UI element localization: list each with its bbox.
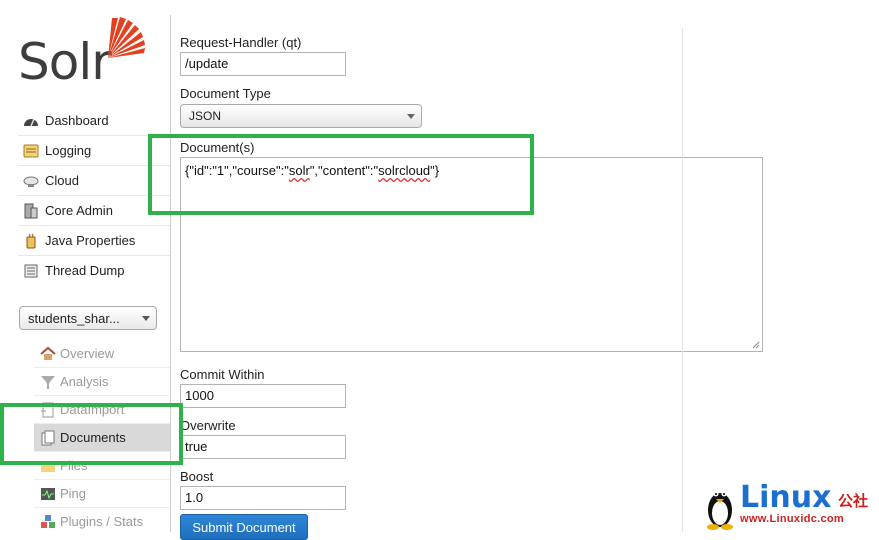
core-nav-item-ping[interactable]: Ping [34, 479, 170, 507]
solr-sun-icon [108, 17, 145, 58]
cloud-icon [23, 176, 39, 187]
nav-item-thread-dump[interactable]: Thread Dump [18, 255, 170, 285]
core-nav-label: Overview [60, 346, 115, 361]
highlight-box-documents-nav [0, 403, 183, 465]
nav-label: Java Properties [45, 233, 136, 248]
core-selector[interactable]: students_shar... [19, 306, 157, 330]
plugins-icon [41, 514, 55, 528]
nav-label: Thread Dump [45, 263, 125, 278]
nav-item-dashboard[interactable]: Dashboard [18, 106, 170, 135]
logo-text: Solr [18, 33, 112, 91]
boost-input[interactable]: 1.0 [180, 486, 346, 510]
home-icon [40, 346, 56, 360]
submit-document-button[interactable]: Submit Document [180, 514, 308, 540]
overwrite-input[interactable]: true [180, 435, 346, 459]
linuxidc-watermark: Linux 公社 www.Linuxidc.com [700, 480, 879, 532]
solr-logo[interactable]: Solr [18, 14, 148, 91]
core-nav-label: Ping [60, 486, 87, 501]
chevron-down-icon [142, 316, 150, 321]
watermark-url: www.Linuxidc.com [740, 513, 845, 525]
nav-item-java-properties[interactable]: Java Properties [18, 225, 170, 255]
core-nav-item-overview[interactable]: Overview [34, 340, 170, 367]
core-nav-label: Plugins / Stats [60, 514, 144, 529]
commit-within-input[interactable]: 1000 [180, 384, 346, 408]
nav-label: Cloud [45, 173, 79, 188]
core-nav-label: Analysis [60, 374, 109, 389]
core-nav-item-analysis[interactable]: Analysis [34, 367, 170, 395]
document-type-value: JSON [189, 109, 222, 123]
penguin-icon [707, 491, 733, 530]
nav-label: Dashboard [45, 113, 109, 128]
request-handler-input[interactable]: /update [180, 52, 346, 76]
resize-grip-icon[interactable] [752, 341, 760, 349]
funnel-icon [41, 375, 55, 389]
ping-icon [41, 487, 55, 500]
overwrite-label: Overwrite [180, 418, 236, 433]
logging-icon [23, 144, 39, 157]
dashboard-icon [24, 118, 38, 126]
core-admin-icon [24, 203, 38, 218]
commit-within-label: Commit Within [180, 367, 265, 382]
highlight-box-documents-input [148, 134, 534, 215]
nav-label: Core Admin [45, 203, 113, 218]
java-icon [26, 233, 36, 248]
request-handler-label: Request-Handler (qt) [180, 35, 302, 50]
watermark-title: Linux [740, 480, 832, 515]
boost-label: Boost [180, 469, 214, 484]
document-type-label: Document Type [180, 86, 271, 101]
content-divider [682, 28, 683, 532]
core-selector-value: students_shar... [28, 310, 120, 326]
document-type-select[interactable]: JSON [180, 104, 422, 128]
watermark-cn: 公社 [838, 493, 869, 510]
core-nav-item-plugins-stats[interactable]: Plugins / Stats [34, 507, 170, 535]
nav-label: Logging [45, 143, 92, 158]
chevron-down-icon [407, 114, 415, 119]
thread-dump-icon [24, 264, 38, 277]
